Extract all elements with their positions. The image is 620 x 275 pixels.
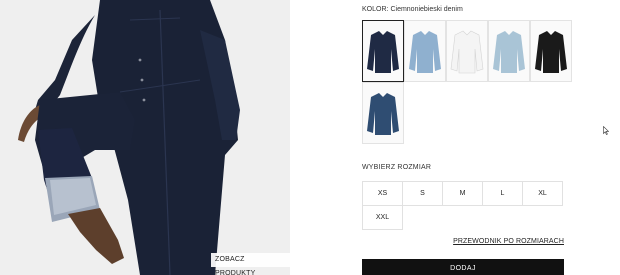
product-photo: ZOBACZ PRODUKTY [0,0,290,275]
selected-color-name: Ciemnoniebieski denim [390,6,463,13]
color-swatch-pale-blue[interactable] [488,20,530,82]
size-option-xl[interactable]: XL [522,181,563,206]
size-option-m[interactable]: M [442,181,483,206]
size-option-xs[interactable]: XS [362,181,403,206]
size-option-xxl[interactable]: XXL [362,205,403,230]
size-option-l[interactable]: L [482,181,523,206]
color-swatch-dark-blue[interactable] [362,20,404,82]
add-to-cart-button[interactable]: DODAJ [362,259,564,275]
color-swatch-blue-denim[interactable] [362,82,404,144]
color-label-prefix: KOLOR: [362,6,389,13]
shirt-thumbnail [535,31,567,73]
color-label: KOLOR: Ciemnoniebieski denim [362,6,465,13]
shirt-thumbnail [367,93,399,135]
see-products-button[interactable]: ZOBACZ PRODUKTY [211,253,290,275]
size-guide-link[interactable]: PRZEWODNIK PO ROZMIARACH [453,238,564,245]
color-swatch-light-blue[interactable] [404,20,446,82]
product-options-panel: KOLOR: Ciemnoniebieski denim WYBIERZ ROZM… [362,0,572,275]
size-section-title: WYBIERZ ROZMIAR [362,164,432,171]
color-swatch-white[interactable] [446,20,488,82]
shirt-thumbnail [409,31,441,73]
shirt-thumbnail [493,31,525,73]
shirt-thumbnail [367,31,399,73]
size-option-s[interactable]: S [402,181,443,206]
shirt-thumbnail [450,30,484,74]
mouse-cursor-icon [603,126,609,135]
color-swatch-black[interactable] [530,20,572,82]
model-wearing-denim-jumpsuit [0,0,290,275]
